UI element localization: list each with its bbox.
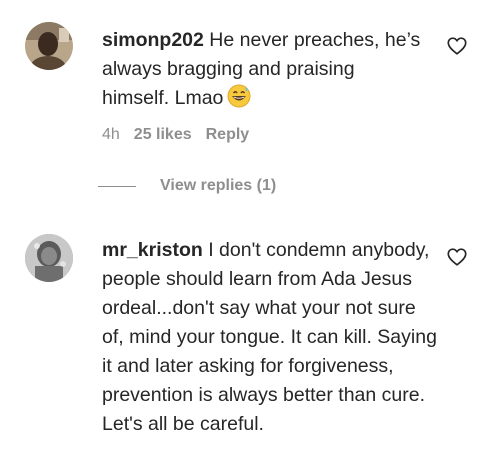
reply-button[interactable]: Reply [206,126,250,144]
grinning-sweat-face-icon [227,84,251,108]
view-replies-button[interactable]: View replies (1) [98,177,276,195]
comment-1: simonp202 He never preaches, he’s always… [0,0,501,200]
comment-username[interactable]: mr_kriston [102,239,203,261]
view-replies-label[interactable]: View replies (1) [160,177,276,195]
comment-2: mr_kriston I don't condemn anybody, peop… [0,200,501,455]
heart-icon[interactable] [446,35,468,57]
divider [98,185,136,187]
heart-icon[interactable] [446,246,468,268]
avatar[interactable] [25,22,73,70]
comment-body: simonp202 He never preaches, he’s always… [102,26,422,113]
comment-likes[interactable]: 25 likes [134,126,192,144]
comment-body: mr_kriston I don't condemn anybody, peop… [102,236,437,439]
comment-time: 4h [102,126,120,143]
comment-meta: 4h 25 likes Reply [102,126,249,144]
comment-text: I don't condemn anybody, people should l… [102,239,437,435]
avatar[interactable] [25,234,73,282]
comment-username[interactable]: simonp202 [102,29,204,51]
